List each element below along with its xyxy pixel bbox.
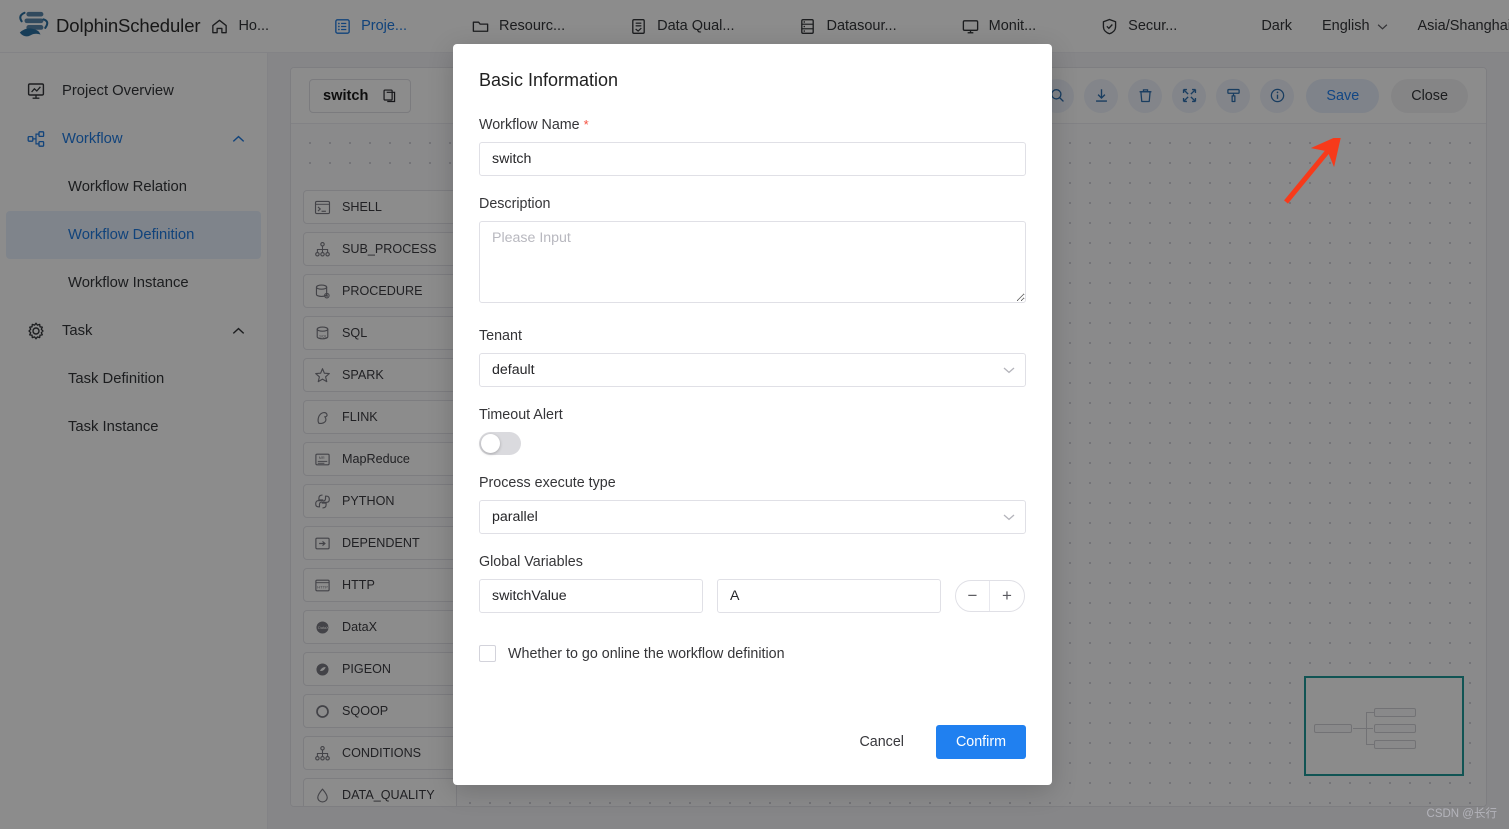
watermark: CSDN @长行 — [1427, 805, 1497, 821]
timeout-alert-label: Timeout Alert — [479, 407, 1026, 423]
toggle-knob — [481, 434, 500, 453]
dialog-title: Basic Information — [479, 70, 1026, 91]
field-tenant: Tenant — [479, 328, 1026, 387]
timeout-alert-toggle[interactable] — [479, 432, 521, 455]
field-global-variables: Global Variables − + — [479, 554, 1026, 613]
description-textarea[interactable] — [479, 221, 1026, 303]
annotation-arrow — [1278, 138, 1348, 210]
tenant-label: Tenant — [479, 328, 1026, 344]
global-variable-stepper: − + — [955, 580, 1025, 612]
cancel-button[interactable]: Cancel — [841, 725, 922, 759]
online-checkbox-label: Whether to go online the workflow defini… — [508, 646, 785, 662]
execute-type-label: Process execute type — [479, 475, 1026, 491]
execute-type-select[interactable] — [479, 500, 1026, 534]
field-timeout-alert: Timeout Alert — [479, 407, 1026, 455]
workflow-name-input[interactable] — [479, 142, 1026, 176]
global-var-prop-input[interactable] — [479, 579, 703, 613]
global-var-value-input[interactable] — [717, 579, 941, 613]
global-variables-label: Global Variables — [479, 554, 1026, 570]
online-checkbox[interactable] — [479, 645, 496, 662]
workflow-name-label-text: Workflow Name — [479, 117, 580, 133]
global-variable-row: − + — [479, 579, 1026, 613]
tenant-select[interactable] — [479, 353, 1026, 387]
online-checkbox-row: Whether to go online the workflow defini… — [479, 645, 1026, 662]
field-description: Description — [479, 196, 1026, 308]
execute-type-select-value[interactable] — [479, 500, 1026, 534]
add-variable-button[interactable]: + — [990, 581, 1024, 611]
workflow-name-label: Workflow Name * — [479, 117, 1026, 133]
description-label: Description — [479, 196, 1026, 212]
confirm-button[interactable]: Confirm — [936, 725, 1026, 759]
field-workflow-name: Workflow Name * — [479, 117, 1026, 176]
app-root: DolphinScheduler Ho... — [0, 0, 1509, 829]
field-process-execute-type: Process execute type — [479, 475, 1026, 534]
required-marker: * — [584, 117, 589, 132]
tenant-select-value[interactable] — [479, 353, 1026, 387]
remove-variable-button[interactable]: − — [956, 581, 990, 611]
basic-information-dialog: Basic Information Workflow Name * Descri… — [453, 44, 1052, 785]
dialog-footer: Cancel Confirm — [479, 725, 1026, 785]
